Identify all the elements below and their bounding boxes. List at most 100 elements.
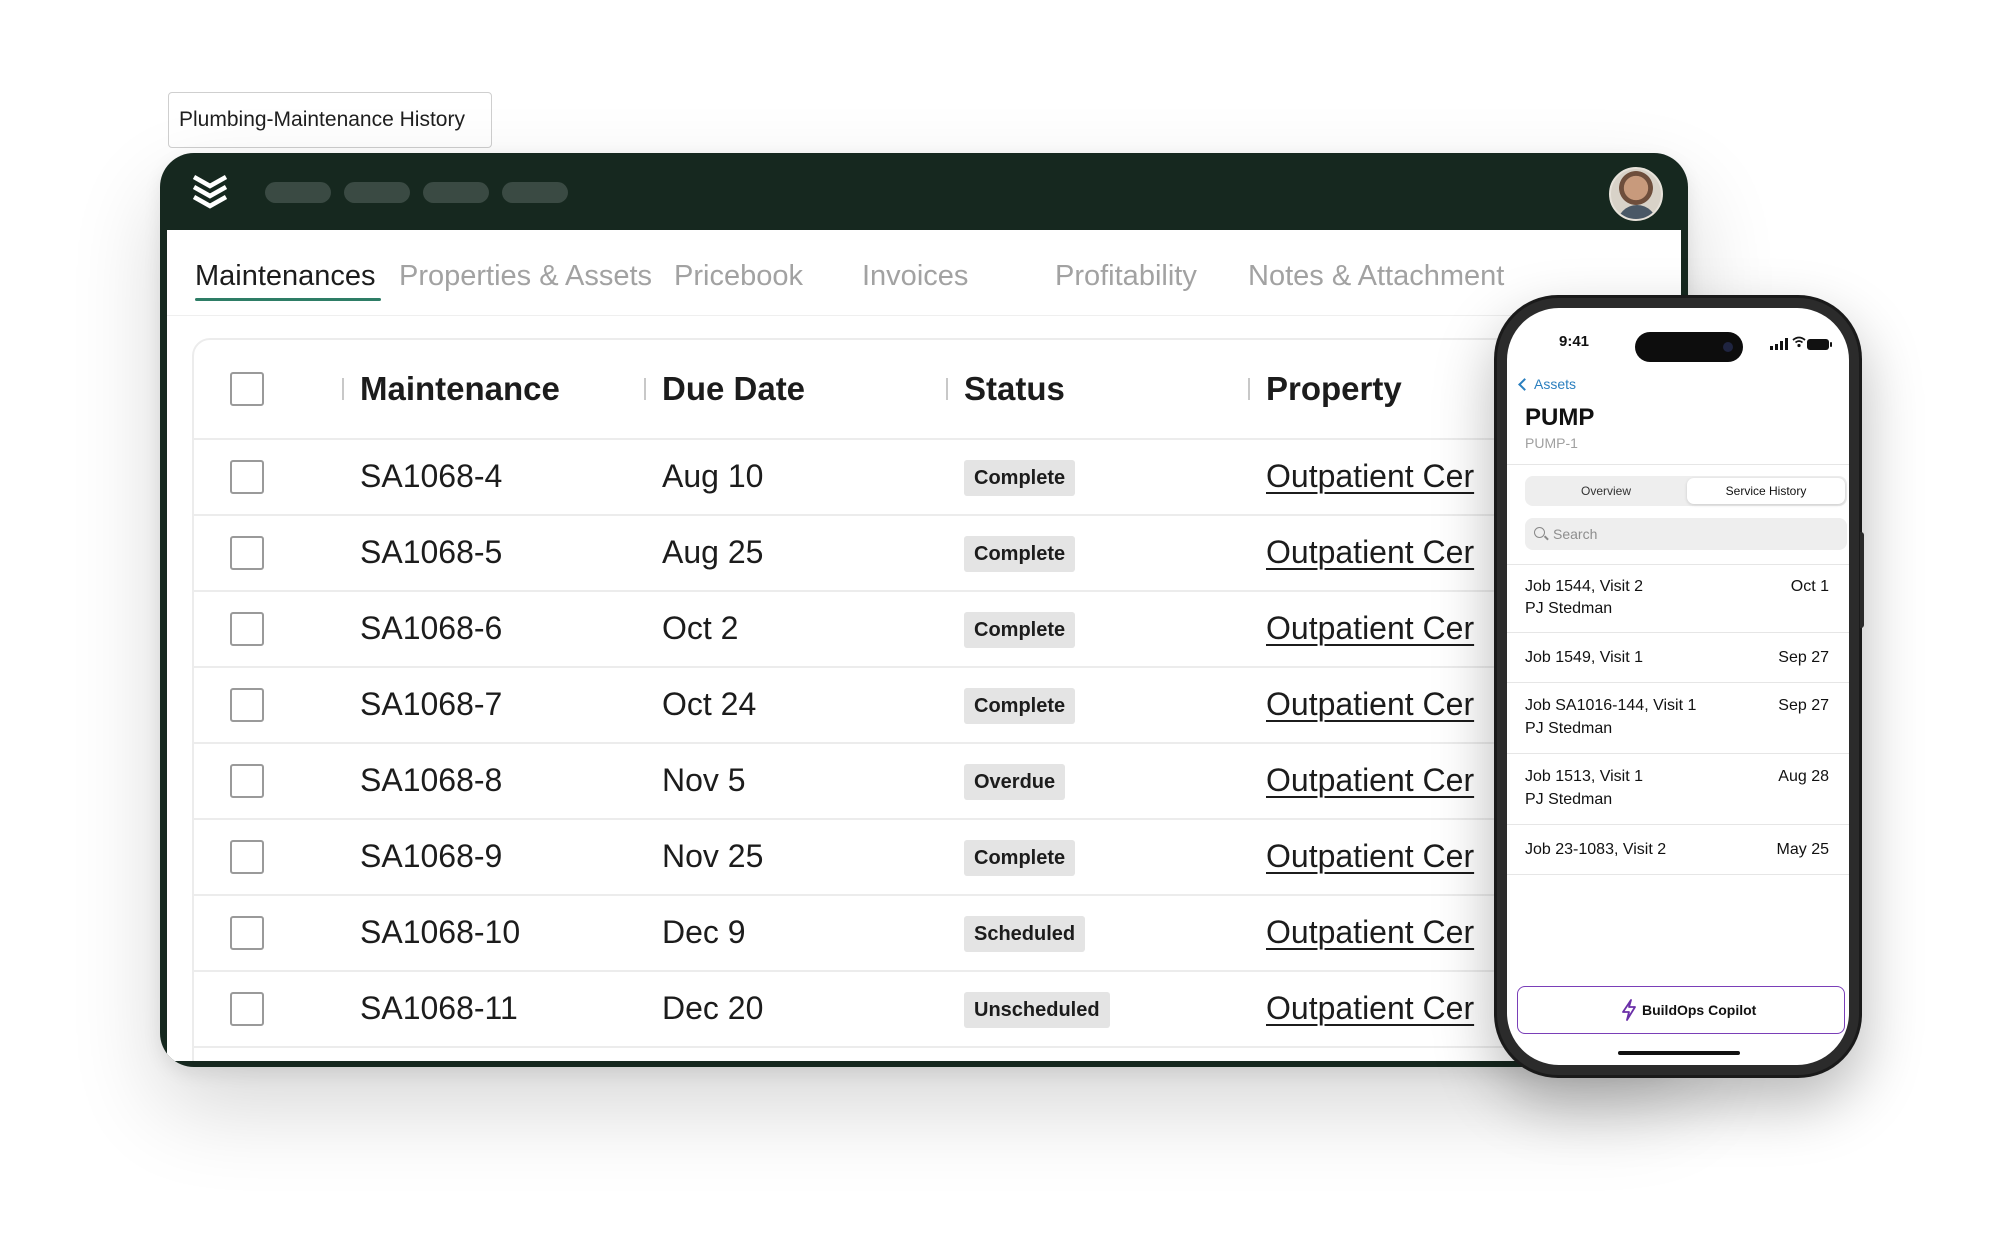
job-title: Job SA1016-144, Visit 1 — [1525, 697, 1697, 714]
list-item[interactable]: Job 1513, Visit 1 PJ Stedman Aug 28 — [1507, 754, 1849, 825]
copilot-button[interactable]: BuildOps Copilot — [1517, 986, 1845, 1034]
row-checkbox[interactable] — [230, 840, 264, 874]
phone-screen: 9:41 Assets PUMP PUMP-1 Overview Service… — [1507, 308, 1849, 1065]
maintenance-table: Maintenance Due Date Status Property SA1… — [192, 338, 1681, 1061]
segmented-control: Overview Service History — [1525, 476, 1847, 506]
nav-placeholder-pill[interactable] — [344, 182, 410, 203]
avatar[interactable] — [1609, 167, 1663, 221]
table-row[interactable]: SA1068-9 Nov 25 Complete Outpatient Cer — [194, 820, 1681, 896]
tab-pricebook[interactable]: Pricebook — [674, 260, 803, 293]
property-link[interactable]: Outpatient Cer — [1266, 534, 1474, 571]
property-link[interactable]: Outpatient Cer — [1266, 914, 1474, 951]
asset-title: PUMP — [1525, 404, 1595, 431]
table-row[interactable]: SA1068-6 Oct 2 Complete Outpatient Cer — [194, 592, 1681, 668]
column-header-due-date[interactable]: Due Date — [662, 370, 805, 408]
maintenance-id[interactable]: SA1068-11 — [360, 990, 518, 1027]
column-header-property[interactable]: Property — [1266, 370, 1402, 408]
desktop-app-window: Maintenances Properties & Assets Pricebo… — [160, 153, 1688, 1067]
due-date: Dec 9 — [662, 914, 746, 950]
job-date: Oct 1 — [1790, 578, 1829, 595]
list-item[interactable]: Job 1544, Visit 2 PJ Stedman Oct 1 — [1507, 564, 1849, 633]
row-checkbox[interactable] — [230, 688, 264, 722]
app-top-bar — [160, 153, 1688, 230]
status-badge: Scheduled — [964, 916, 1086, 952]
list-item[interactable]: Job SA1016-144, Visit 1 PJ Stedman Sep 2… — [1507, 683, 1849, 754]
due-date: Oct 24 — [662, 686, 757, 722]
row-checkbox[interactable] — [230, 992, 264, 1026]
battery-icon — [1807, 339, 1832, 350]
tab-bar: Maintenances Properties & Assets Pricebo… — [167, 230, 1681, 316]
row-checkbox[interactable] — [230, 764, 264, 798]
due-date: Nov 5 — [662, 762, 746, 798]
status-badge: Complete — [964, 840, 1076, 876]
due-date: Aug 10 — [662, 458, 764, 494]
column-divider[interactable] — [946, 378, 948, 400]
maintenance-id[interactable]: SA1068-4 — [360, 458, 502, 495]
search-icon — [1534, 527, 1545, 538]
status-badge: Complete — [964, 688, 1076, 724]
maintenance-id[interactable]: SA1068-7 — [360, 686, 502, 723]
job-title: Job 1544, Visit 2 — [1525, 578, 1644, 595]
maintenance-id[interactable]: SA1068-6 — [360, 610, 502, 647]
home-indicator — [1618, 1051, 1740, 1055]
due-date: Nov 25 — [662, 838, 764, 874]
column-divider[interactable] — [342, 378, 344, 400]
list-item[interactable]: Job 1549, Visit 1 Sep 27 — [1507, 633, 1849, 683]
property-link[interactable]: Outpatient Cer — [1266, 838, 1474, 875]
table-row[interactable]: SA1068-4 Aug 10 Complete Outpatient Cer — [194, 440, 1681, 516]
tab-properties-assets[interactable]: Properties & Assets — [399, 260, 652, 293]
maintenance-id[interactable]: SA1068-10 — [360, 914, 520, 951]
job-date: Sep 27 — [1778, 649, 1829, 666]
property-link[interactable]: Outpatient Cer — [1266, 458, 1474, 495]
property-link[interactable]: Outpatient Cer — [1266, 762, 1474, 799]
job-technician: PJ Stedman — [1525, 720, 1613, 737]
status-badge: Complete — [964, 460, 1076, 496]
property-link[interactable]: Outpatient Cer — [1266, 610, 1474, 647]
column-divider[interactable] — [1248, 378, 1250, 400]
maintenance-id[interactable]: SA1068-8 — [360, 762, 502, 799]
search-input[interactable]: Search — [1525, 518, 1847, 550]
job-date: May 25 — [1776, 841, 1829, 858]
row-checkbox[interactable] — [230, 460, 264, 494]
property-link[interactable]: Outpatient Cer — [1266, 686, 1474, 723]
buildops-logo-icon[interactable] — [191, 173, 229, 211]
job-title: Job 1513, Visit 1 — [1525, 768, 1644, 785]
nav-placeholder-pill[interactable] — [502, 182, 568, 203]
maintenance-id[interactable]: SA1068-5 — [360, 534, 502, 571]
column-divider[interactable] — [644, 378, 646, 400]
maintenance-id[interactable]: SA1068-9 — [360, 838, 502, 875]
row-checkbox[interactable] — [230, 612, 264, 646]
list-item[interactable]: Job 23-1083, Visit 2 May 25 — [1507, 825, 1849, 875]
nav-placeholder-pill[interactable] — [423, 182, 489, 203]
tab-invoices[interactable]: Invoices — [862, 260, 968, 293]
main-content: Maintenances Properties & Assets Pricebo… — [167, 230, 1681, 1061]
select-all-checkbox[interactable] — [230, 372, 264, 406]
table-row[interactable]: SA1068-11 Dec 20 Unscheduled Outpatient … — [194, 972, 1681, 1048]
table-header: Maintenance Due Date Status Property — [194, 340, 1681, 440]
property-link[interactable]: Outpatient Cer — [1266, 990, 1474, 1027]
table-row[interactable]: SA1068-10 Dec 9 Scheduled Outpatient Cer — [194, 896, 1681, 972]
row-checkbox[interactable] — [230, 916, 264, 950]
segment-overview[interactable]: Overview — [1527, 478, 1685, 504]
page-caption-tag: Plumbing-Maintenance History — [168, 92, 492, 148]
back-link-assets[interactable]: Assets — [1534, 376, 1576, 392]
search-placeholder: Search — [1553, 526, 1598, 542]
bolt-icon — [1622, 999, 1636, 1021]
column-header-maintenance[interactable]: Maintenance — [360, 370, 560, 408]
job-title: Job 23-1083, Visit 2 — [1525, 841, 1667, 858]
tab-profitability[interactable]: Profitability — [1055, 260, 1197, 293]
table-row[interactable]: SA1068-8 Nov 5 Overdue Outpatient Cer — [194, 744, 1681, 820]
column-header-status[interactable]: Status — [964, 370, 1065, 408]
segment-service-history[interactable]: Service History — [1687, 478, 1845, 504]
table-row[interactable]: SA1068-5 Aug 25 Complete Outpatient Cer — [194, 516, 1681, 592]
table-row[interactable]: SA1068-7 Oct 24 Complete Outpatient Cer — [194, 668, 1681, 744]
asset-subtitle: PUMP-1 — [1525, 435, 1578, 451]
tab-maintenances[interactable]: Maintenances — [195, 260, 376, 293]
chevron-left-icon[interactable] — [1518, 378, 1531, 391]
row-checkbox[interactable] — [230, 536, 264, 570]
status-time: 9:41 — [1559, 333, 1590, 350]
phone-side-button — [1860, 532, 1864, 628]
nav-placeholder-pill[interactable] — [265, 182, 331, 203]
tab-notes-attachment[interactable]: Notes & Attachment — [1248, 260, 1504, 293]
divider — [1507, 464, 1849, 465]
